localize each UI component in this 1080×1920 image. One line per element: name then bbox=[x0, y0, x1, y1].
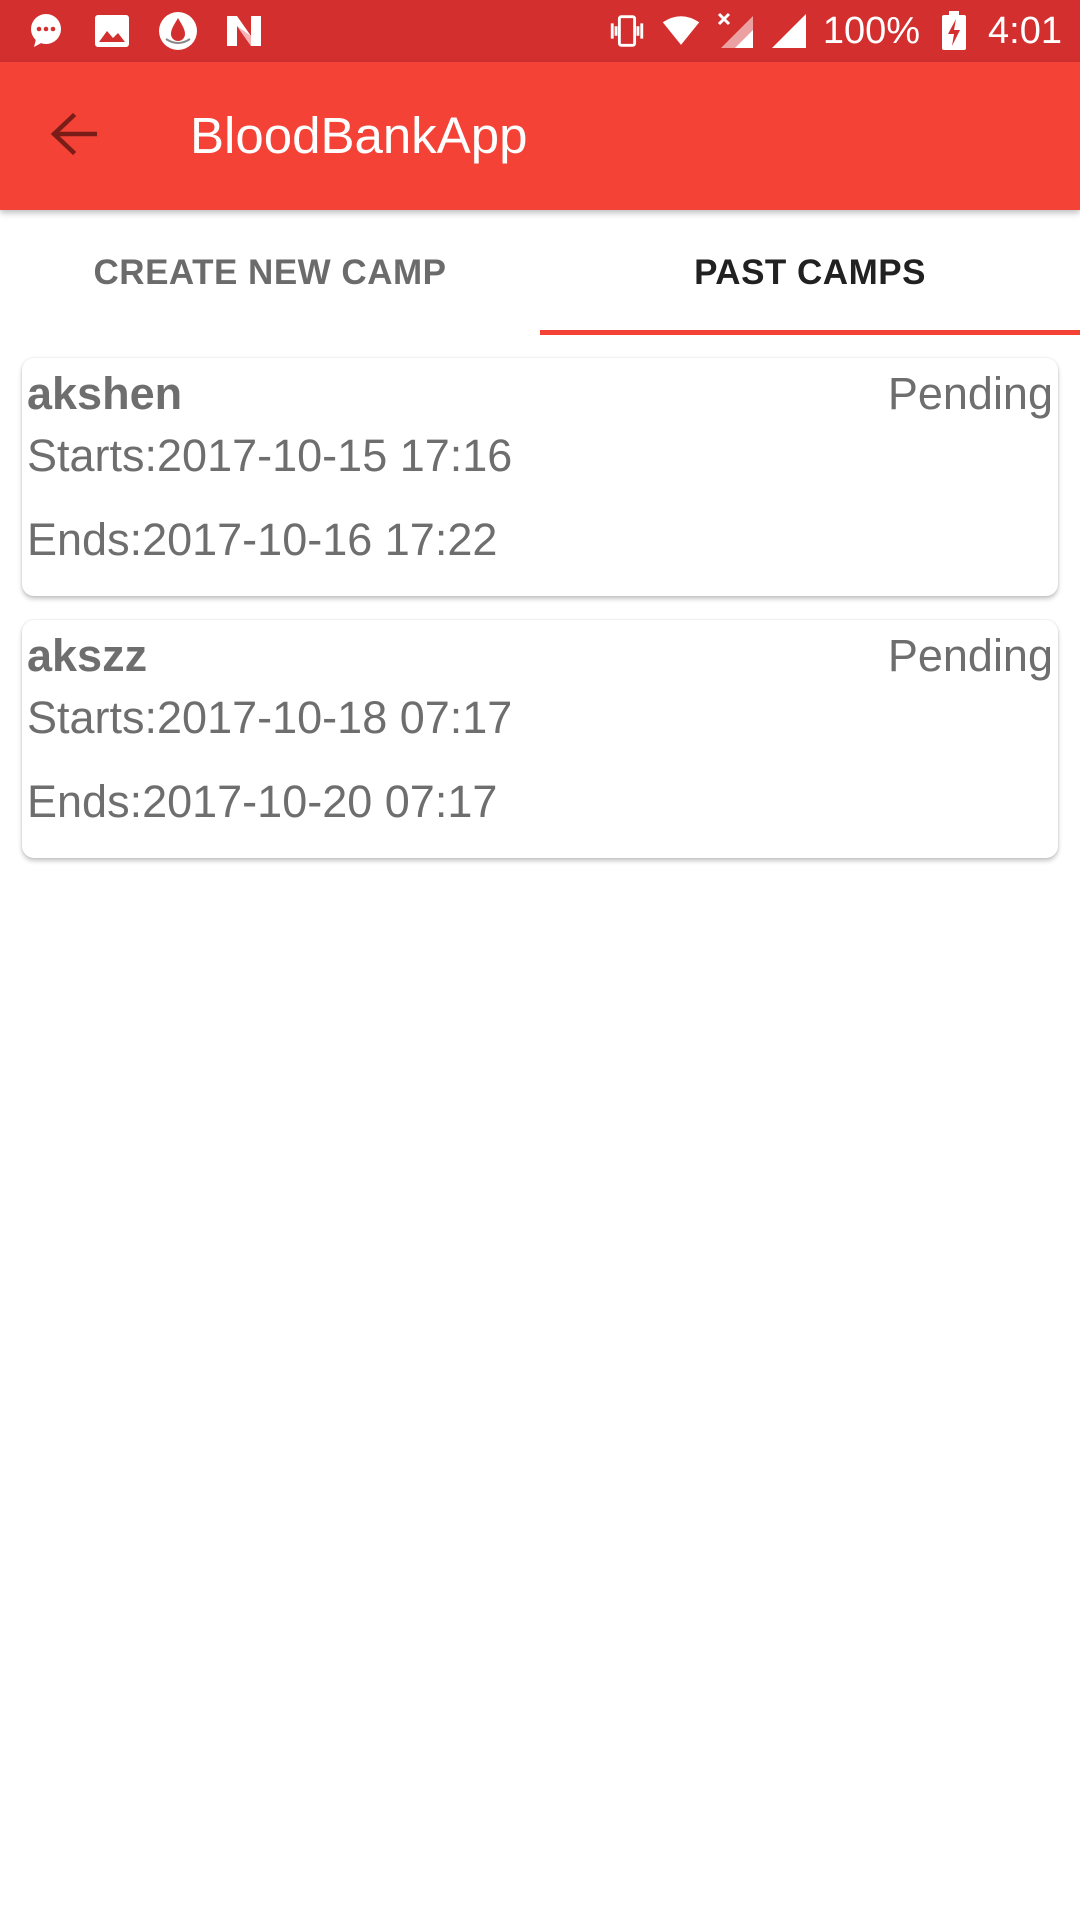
camp-status: Pending bbox=[887, 368, 1053, 419]
camp-start-date: Starts:2017-10-15 17:16 bbox=[27, 430, 513, 481]
signal-icon bbox=[769, 11, 809, 51]
battery-percent: 100% bbox=[822, 9, 921, 52]
app-bar: BloodBankApp bbox=[0, 62, 1080, 210]
vibrate-icon bbox=[607, 11, 647, 51]
status-bar: 100% 4:01 bbox=[0, 0, 1080, 62]
blood-bank-app-icon bbox=[158, 11, 198, 51]
clock: 4:01 bbox=[988, 9, 1062, 52]
tab-past-camps[interactable]: PAST CAMPS bbox=[540, 210, 1080, 335]
camp-card[interactable]: akszz Pending Starts:2017-10-18 07:17 En… bbox=[22, 620, 1058, 858]
signal-no-data-icon bbox=[715, 11, 755, 51]
arrow-back-icon bbox=[49, 112, 98, 161]
wifi-icon bbox=[661, 11, 701, 51]
back-button[interactable] bbox=[30, 102, 116, 170]
image-icon bbox=[92, 11, 132, 51]
battery-charging-icon bbox=[934, 11, 974, 51]
tab-label: CREATE NEW CAMP bbox=[93, 252, 447, 292]
camp-end-date: Ends:2017-10-20 07:17 bbox=[27, 776, 498, 827]
tab-create-new-camp[interactable]: CREATE NEW CAMP bbox=[0, 210, 540, 335]
camp-card[interactable]: akshen Pending Starts:2017-10-15 17:16 E… bbox=[22, 358, 1058, 596]
tab-bar: CREATE NEW CAMP PAST CAMPS bbox=[0, 210, 1080, 335]
past-camps-list: akshen Pending Starts:2017-10-15 17:16 E… bbox=[22, 358, 1058, 882]
camp-end-date: Ends:2017-10-16 17:22 bbox=[27, 514, 498, 565]
n-logo-icon bbox=[224, 11, 264, 51]
camp-status: Pending bbox=[887, 630, 1053, 681]
notification-icons bbox=[26, 0, 264, 62]
system-status: 100% 4:01 bbox=[607, 0, 1062, 62]
app-title: BloodBankApp bbox=[190, 107, 528, 164]
camp-name: akszz bbox=[27, 630, 148, 681]
camp-start-date: Starts:2017-10-18 07:17 bbox=[27, 692, 513, 743]
tab-indicator bbox=[540, 330, 1080, 335]
chat-bubble-icon bbox=[26, 11, 66, 51]
camp-name: akshen bbox=[27, 368, 183, 419]
tab-label: PAST CAMPS bbox=[694, 252, 926, 292]
